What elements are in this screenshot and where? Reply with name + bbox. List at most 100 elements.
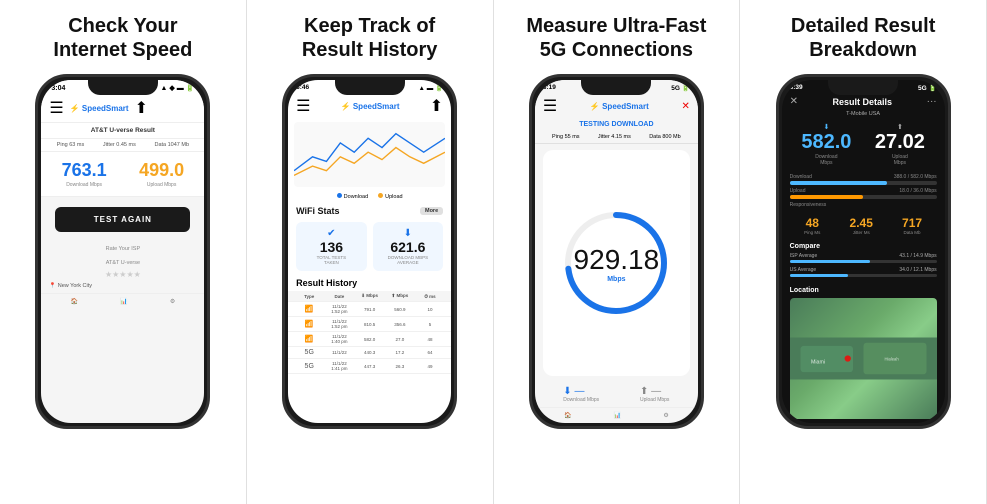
panel1-phone: 3:04 ▲ ◆ ▬ 🔋 ☰ ⚡ SpeedSmart ⬆ AT&T U-ver… xyxy=(35,74,210,429)
test-again-button[interactable]: TEST AGAIN xyxy=(55,207,190,232)
nav-history[interactable]: 📊 xyxy=(614,412,621,419)
isp-label-text: ISP Average xyxy=(790,253,818,259)
wifi-stats-header: WiFi Stats More xyxy=(288,202,451,218)
wifi-stats-cards: ✔ 136 TOTAL TESTSTAKEN ⬇ 621.6 DOWNLOAD … xyxy=(288,218,451,275)
col-ul: ⬆ Mbps xyxy=(387,293,413,299)
big-speed-number: 929.18 xyxy=(574,244,660,276)
isp-avg-bar-track xyxy=(790,260,937,263)
dl-bar-fill xyxy=(790,181,887,185)
total-tests-label: TOTAL TESTSTAKEN xyxy=(302,255,361,265)
speeds-display: 763.1 Download Mbps 499.0 Upload Mbps xyxy=(41,152,204,197)
nav-home[interactable]: 🏠 xyxy=(70,298,77,305)
table-row[interactable]: 5G 11/1/221:41 pm 447.3 26.3 49 xyxy=(288,359,451,374)
table-row[interactable]: 📶 11/1/221:52 pm 791.0 560.9 10 xyxy=(288,302,451,317)
upload-label: UploadMbps xyxy=(875,154,925,166)
location-title: Location xyxy=(782,285,945,296)
bottom-nav: 🏠 📊 ⚙ xyxy=(535,407,698,423)
row-ms: 64 xyxy=(417,350,443,355)
table-row[interactable]: 📶 11/1/221:40 pm 582.0 27.0 48 xyxy=(288,332,451,347)
nav-settings[interactable]: ⚙ xyxy=(170,298,175,305)
col-type: Type xyxy=(296,294,322,299)
app-logo: ⚡ SpeedSmart xyxy=(70,104,129,113)
speed-bars: Download 388.0 / 582.0 Mbps Upload 18.0 … xyxy=(782,170,945,212)
col-ms: ⏱ ms xyxy=(417,294,443,299)
close-button[interactable]: ✕ xyxy=(790,96,798,107)
location-map: Miami Hialeah xyxy=(790,298,937,419)
menu-icon[interactable]: ☰ xyxy=(49,98,63,118)
more-button[interactable]: More xyxy=(420,207,443,215)
menu-icon[interactable]: ☰ xyxy=(296,96,310,116)
svg-text:Miami: Miami xyxy=(811,360,825,366)
ul-bar-fill xyxy=(790,195,864,199)
col-date: Date xyxy=(326,294,352,299)
row-dl: 791.0 xyxy=(357,307,383,312)
test-stats: Ping 55 ms Jitter 4.15 ms Data 800 Mb xyxy=(535,131,698,144)
star-rating[interactable]: ★★★★★ xyxy=(41,270,204,279)
data-label: Data Mb xyxy=(902,230,922,235)
history-table: Type Date ⬇ Mbps ⬆ Mbps ⏱ ms 📶 11/1/221:… xyxy=(288,291,451,374)
panel-detailed-breakdown: Detailed ResultBreakdown 3:39 5G 🔋 ✕ Res… xyxy=(740,0,987,504)
isp-name: T-Mobile USA xyxy=(782,109,945,119)
table-row[interactable]: 5G 11/1/22 440.3 17.2 64 xyxy=(288,347,451,359)
ul-label-text: Upload xyxy=(790,188,806,194)
connection-type-icon: 5G xyxy=(296,349,322,356)
more-options-icon[interactable]: ··· xyxy=(927,96,937,107)
connection-type-icon: 📶 xyxy=(296,335,322,343)
detail-header: ✕ Result Details ··· xyxy=(782,94,945,109)
ping-stat: Ping 63 ms xyxy=(57,142,85,148)
phone-notch xyxy=(88,77,158,95)
download-label: Download Mbps xyxy=(563,397,599,403)
close-icon[interactable]: ✕ xyxy=(681,101,689,112)
testing-label: TESTING DOWNLOAD xyxy=(535,118,698,131)
table-row[interactable]: 📶 11/1/221:52 pm 810.5 356.6 5 xyxy=(288,317,451,332)
avg-download-value: 621.6 xyxy=(379,239,438,255)
panel2-phone: 3:46 ▲ ▬ 🔋 ☰ ⚡ SpeedSmart ⬆ Download xyxy=(282,74,457,429)
metrics-row: 48 Ping Ms 2.45 Jitter Ms 717 Data Mb xyxy=(782,212,945,239)
time: 3:19 xyxy=(543,84,556,92)
us-avg-label: US Average 34.0 / 12.1 Mbps xyxy=(790,267,937,273)
row-date: 11/1/221:41 pm xyxy=(326,361,352,371)
panel-check-speed: Check YourInternet Speed 3:04 ▲ ◆ ▬ 🔋 ☰ … xyxy=(0,0,247,504)
panel1-phone-wrapper: 3:04 ▲ ◆ ▬ 🔋 ☰ ⚡ SpeedSmart ⬆ AT&T U-ver… xyxy=(10,74,236,494)
upload-icon: ⬆ — xyxy=(640,386,669,397)
jitter-label: Jitter Ms xyxy=(850,230,873,235)
panel3-screen: 3:19 5G 🔋 ☰ ⚡ SpeedSmart ✕ TESTING DOWNL… xyxy=(535,80,698,423)
nav-home[interactable]: 🏠 xyxy=(564,412,571,419)
upload-indicator: ⬆ — Upload Mbps xyxy=(640,386,669,403)
isp-avg-values: 43.1 / 14.9 Mbps xyxy=(899,253,936,259)
row-ms: 5 xyxy=(417,322,443,327)
signal-icons: ▲ ◆ ▬ 🔋 xyxy=(161,84,195,92)
isp-avg-row: ISP Average 43.1 / 14.9 Mbps xyxy=(790,253,937,263)
test-stats: Ping 63 ms Jitter 0.45 ms Data 1047 Mb xyxy=(41,139,204,152)
download-speed-display: ⬇ 582.0 DownloadMbps xyxy=(801,123,851,166)
row-dl: 440.3 xyxy=(357,350,383,355)
speed-graph xyxy=(294,122,445,187)
ul-bar-label: Upload 18.0 / 36.0 Mbps xyxy=(790,188,937,194)
download-value: 763.1 xyxy=(62,160,107,181)
data-stat: Data 1047 Mb xyxy=(154,142,189,148)
row-dl: 582.0 xyxy=(357,337,383,342)
ping-value: 48 xyxy=(804,216,820,230)
panel3-phone-wrapper: 3:19 5G 🔋 ☰ ⚡ SpeedSmart ✕ TESTING DOWNL… xyxy=(504,74,730,494)
menu-icon[interactable]: ☰ xyxy=(543,96,557,116)
app-header: ☰ ⚡ SpeedSmart ⬆ xyxy=(41,94,204,123)
row-ul: 27.0 xyxy=(387,337,413,342)
time: 3:46 xyxy=(296,84,309,92)
phone-notch xyxy=(335,77,405,95)
app-logo: ⚡ SpeedSmart xyxy=(341,102,400,111)
panel4-phone-wrapper: 3:39 5G 🔋 ✕ Result Details ··· T-Mobile … xyxy=(750,74,976,494)
isp-label: AT&T U-verse Result xyxy=(41,123,204,139)
detail-title: Result Details xyxy=(833,97,893,107)
upload-label: Upload Mbps xyxy=(640,397,669,403)
share-icon[interactable]: ⬆ xyxy=(135,98,148,118)
share-icon[interactable]: ⬆ xyxy=(430,96,443,116)
total-tests-card: ✔ 136 TOTAL TESTSTAKEN xyxy=(296,222,367,271)
connection-type-icon: 5G xyxy=(296,363,322,370)
isp-avg-label: ISP Average 43.1 / 14.9 Mbps xyxy=(790,253,937,259)
nav-history[interactable]: 📊 xyxy=(120,298,127,305)
upload-bar-row: Upload 18.0 / 36.0 Mbps xyxy=(790,188,937,199)
download-label: DownloadMbps xyxy=(801,154,851,166)
row-dl: 810.5 xyxy=(357,322,383,327)
ul-bar-track xyxy=(790,195,937,199)
nav-settings[interactable]: ⚙ xyxy=(663,412,668,419)
